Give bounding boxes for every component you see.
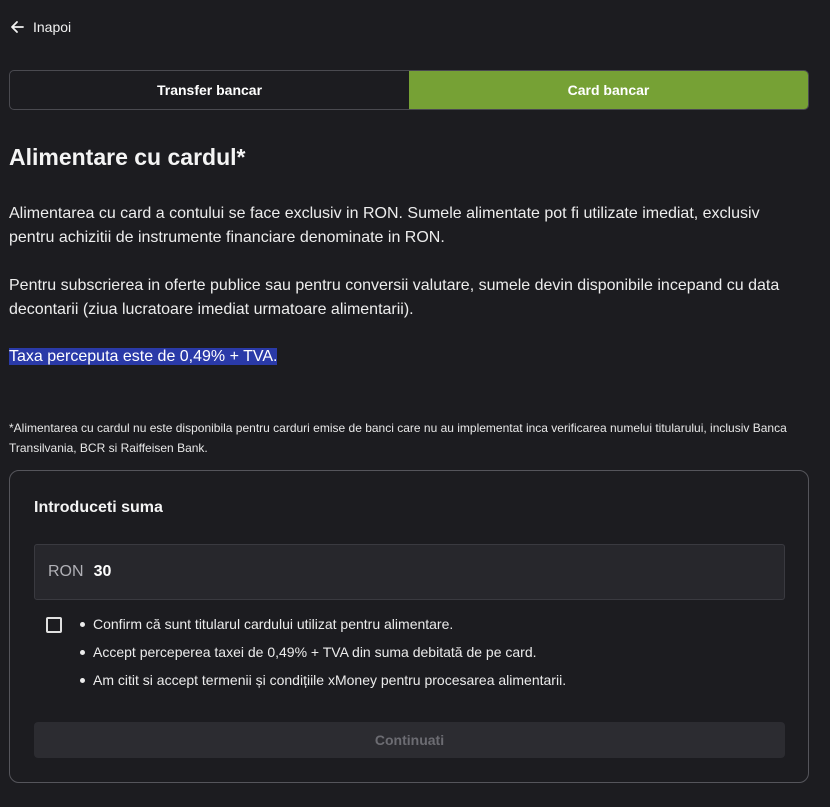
page-title: Alimentare cu cardul* — [9, 144, 246, 170]
terms-item-conditions: Am citit si accept termenii și condițiil… — [79, 669, 566, 697]
terms-item-fee: Accept perceperea taxei de 0,49% + TVA d… — [79, 641, 566, 669]
back-link[interactable]: Inapoi — [9, 19, 71, 35]
terms-checkbox[interactable] — [46, 617, 62, 633]
page: Inapoi Transfer bancar Card bancar Alime… — [0, 0, 830, 807]
info-paragraph-settlement: Pentru subscrierea in oferte publice sau… — [9, 277, 780, 318]
terms-item-cardholder: Confirm că sunt titularul cardului utili… — [79, 613, 566, 641]
amount-input[interactable]: RON 30 — [34, 544, 785, 600]
currency-label: RON — [48, 563, 84, 580]
info-paragraph-ron: Alimentarea cu card a contului se face e… — [9, 205, 760, 246]
fee-info: Taxa perceputa este de 0,49% + TVA. — [9, 345, 809, 369]
amount-section-title: Introduceti suma — [34, 499, 163, 516]
fee-text: Taxa perceputa este de 0,49% + TVA. — [9, 348, 278, 365]
continue-button[interactable]: Continuati — [34, 722, 785, 758]
tab-card-bancar[interactable]: Card bancar — [409, 71, 808, 109]
arrow-left-icon — [9, 19, 25, 35]
terms-list: Confirm că sunt titularul cardului utili… — [79, 613, 566, 697]
tab-transfer-bancar[interactable]: Transfer bancar — [10, 71, 409, 109]
back-label: Inapoi — [33, 19, 72, 35]
payment-method-tabs: Transfer bancar Card bancar — [9, 70, 809, 110]
amount-value: 30 — [93, 563, 112, 580]
card-topup-form: Introduceti suma RON 30 Confirm că sunt … — [9, 470, 809, 783]
card-availability-note: *Alimentarea cu cardul nu este disponibi… — [9, 421, 787, 455]
